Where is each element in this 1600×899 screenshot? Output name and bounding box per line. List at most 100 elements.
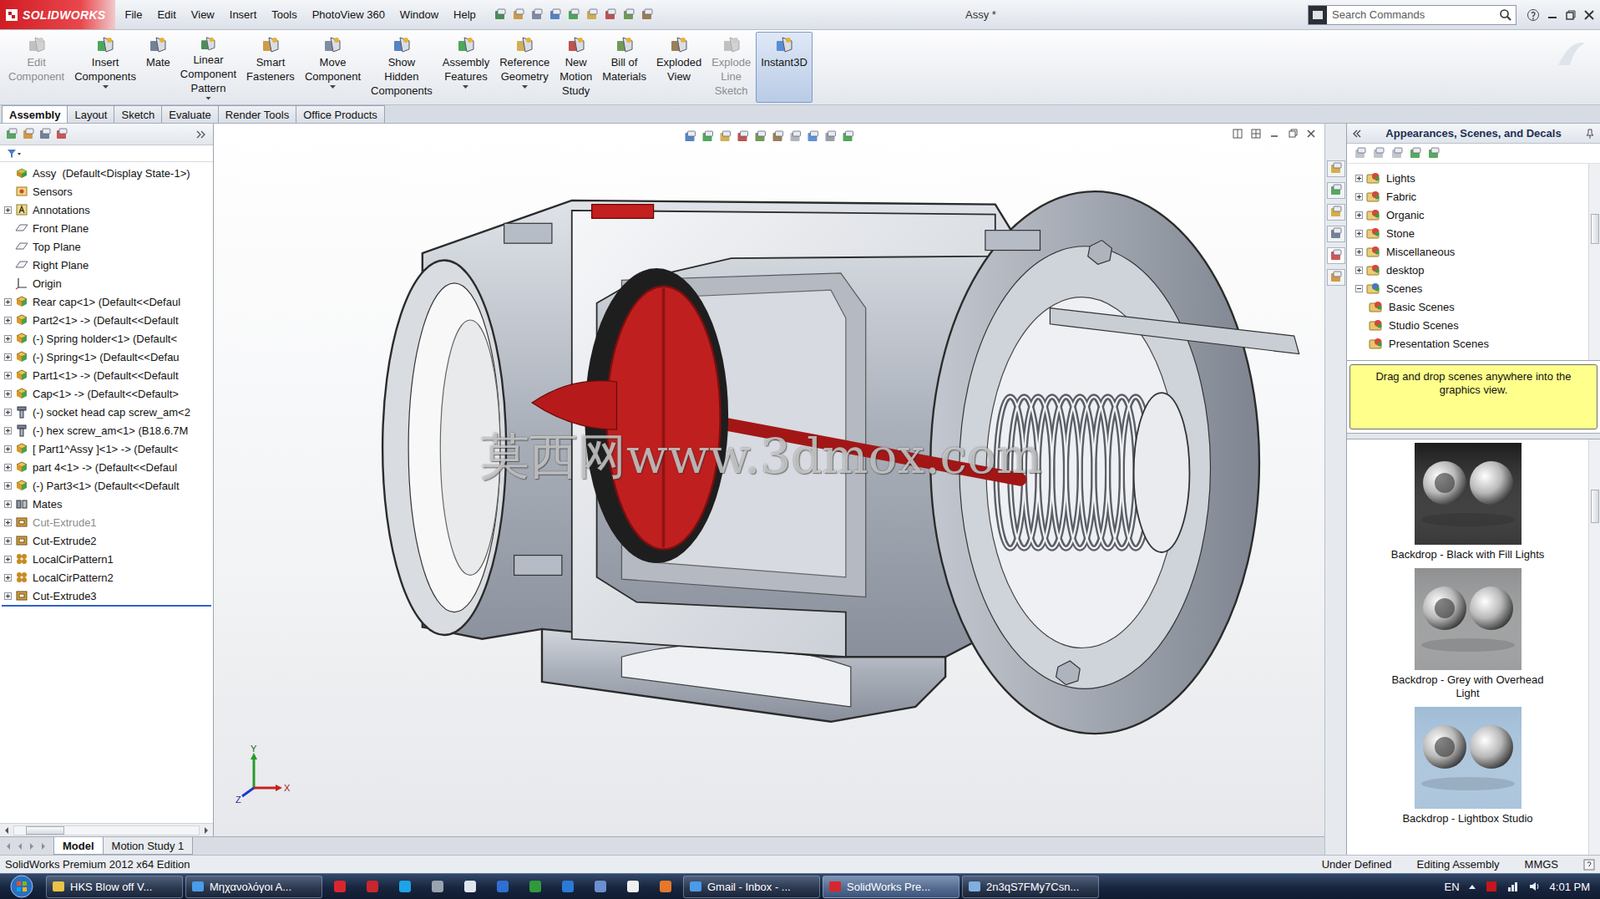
tree-item[interactable]: Assy (Default<Display State-1>) (0, 163, 213, 183)
tree-scrollbar[interactable] (1588, 163, 1600, 360)
minimize-icon[interactable] (1546, 9, 1559, 21)
status-help-icon[interactable] (1583, 858, 1595, 871)
tree-toggle[interactable] (3, 444, 13, 454)
language-indicator[interactable]: EN (1444, 880, 1460, 893)
menu-item[interactable]: View (185, 5, 221, 24)
command-button[interactable]: NewMotionStudy (554, 31, 598, 103)
tree-toggle[interactable] (3, 572, 13, 583)
tree-toggle[interactable] (3, 554, 13, 564)
expand-icon[interactable] (4, 316, 12, 325)
pinned-app[interactable] (422, 875, 453, 898)
expand-icon[interactable] (1355, 174, 1363, 183)
tree-item[interactable]: (-) Spring<1> (Default<<Defau (0, 347, 213, 366)
rollback-bar[interactable] (1, 604, 212, 607)
tray-app-icon[interactable] (1484, 879, 1499, 893)
scene-thumbnail[interactable] (1414, 442, 1522, 545)
menu-item[interactable]: File (118, 5, 148, 24)
start-button[interactable] (0, 873, 44, 899)
command-tab[interactable]: Office Products (295, 105, 385, 123)
command-button[interactable]: Bill ofMaterials (597, 31, 652, 103)
thumbnail-scrollbar[interactable] (1588, 439, 1600, 855)
menu-item[interactable]: Tools (265, 5, 303, 24)
scene-thumbnail[interactable] (1414, 706, 1522, 809)
next-tab-icon[interactable] (26, 840, 37, 851)
pinned-app[interactable] (455, 875, 486, 898)
pinned-app[interactable] (389, 875, 421, 898)
help-icon[interactable] (1526, 8, 1540, 22)
tree-item[interactable]: Cut-Extrude2 (0, 531, 213, 550)
dropdown-arrow-icon[interactable] (205, 96, 212, 101)
command-button[interactable]: AssemblyFeatures (437, 31, 495, 103)
pinned-app[interactable] (324, 875, 355, 898)
tray-arrow-icon[interactable] (1468, 882, 1477, 890)
tree-toggle[interactable] (3, 370, 13, 380)
task-pane-tab[interactable] (1326, 160, 1346, 178)
task-pane-tab[interactable] (1326, 268, 1346, 286)
valve-assembly-model[interactable] (213, 123, 1325, 836)
expand-icon[interactable] (4, 371, 12, 380)
dropdown-arrow-icon[interactable] (102, 85, 109, 89)
tree-toggle[interactable] (3, 591, 13, 601)
expand-icon[interactable] (4, 592, 12, 600)
tree-item[interactable]: Rear cap<1> (Default<<Defaul (0, 292, 213, 311)
tree-toggle[interactable] (3, 205, 13, 215)
pane-splitter[interactable] (1346, 432, 1600, 440)
tree-item[interactable]: Right Plane (0, 255, 213, 274)
tree-item[interactable]: Sensors (0, 182, 213, 201)
scene-card[interactable]: Backdrop - Grey with Overhead Light (1388, 567, 1548, 700)
tree-item[interactable]: (-) Spring holder<1> (Default< (0, 329, 213, 348)
task-pane-tab[interactable] (1326, 225, 1346, 243)
pinned-app[interactable] (552, 875, 583, 898)
expand-icon[interactable] (4, 298, 12, 306)
menu-item[interactable]: Help (447, 5, 482, 24)
appearance-tree-item[interactable]: Organic (1355, 205, 1589, 224)
tree-toggle[interactable] (3, 334, 13, 344)
appearance-tree-item[interactable]: Miscellaneous (1355, 242, 1589, 261)
pinned-app[interactable] (357, 875, 388, 898)
expand-icon[interactable] (4, 334, 12, 343)
network-icon[interactable] (1506, 879, 1520, 893)
expand-icon[interactable] (1355, 229, 1363, 238)
tree-item[interactable]: LocalCirPattern2 (0, 567, 213, 587)
command-button[interactable]: InsertComponents (69, 31, 142, 103)
tree-toggle[interactable] (3, 297, 13, 307)
tree-item[interactable]: Part2<1> -> (Default<<Default (0, 310, 213, 330)
command-button[interactable]: MoveComponent (299, 31, 366, 103)
app-logo[interactable]: SOLIDWORKS (0, 0, 116, 30)
dropdown-arrow-icon[interactable] (521, 85, 528, 89)
scroll-right-icon[interactable] (202, 826, 210, 834)
tree-toggle[interactable] (3, 407, 13, 417)
filter-icon[interactable] (6, 148, 22, 159)
expand-icon[interactable] (4, 445, 12, 453)
command-button[interactable]: ReferenceGeometry (494, 31, 555, 103)
command-button[interactable]: SmartFasteners (241, 31, 300, 103)
scroll-track[interactable] (13, 825, 200, 836)
tree-item[interactable]: Top Plane (0, 237, 213, 256)
appearance-tree-item[interactable]: desktop (1355, 260, 1589, 279)
tree-item[interactable]: part 4<1> -> (Default<<Defaul (0, 457, 213, 476)
expand-icon[interactable] (4, 518, 12, 527)
command-tab[interactable]: Layout (66, 105, 115, 123)
task-pane-tab[interactable] (1326, 247, 1346, 264)
command-tab[interactable]: Render Tools (217, 105, 297, 123)
search-type-icon[interactable] (1308, 5, 1327, 25)
tree-filter[interactable] (0, 145, 213, 163)
appearance-tree-item[interactable]: Basic Scenes (1355, 297, 1589, 316)
volume-icon[interactable] (1528, 879, 1542, 893)
dropdown-arrow-icon[interactable] (329, 85, 336, 89)
tree-item[interactable]: Annotations (0, 200, 213, 219)
tree-item[interactable]: Cut-Extrude1 (0, 512, 213, 532)
tree-toggle[interactable] (3, 352, 13, 362)
panel-expand-icon[interactable] (194, 129, 208, 140)
tree-toggle[interactable] (3, 517, 13, 527)
task-pane-tab[interactable] (1326, 182, 1346, 199)
pin-icon[interactable] (1584, 128, 1595, 139)
expand-icon[interactable] (4, 426, 12, 435)
expand-icon[interactable] (4, 353, 12, 361)
command-button[interactable]: ExplodedView (651, 31, 707, 103)
expand-icon[interactable] (1355, 266, 1363, 274)
taskbar-button[interactable]: 2n3qS7FMy7Csn... (962, 875, 1099, 898)
appearance-tree-item[interactable]: Fabric (1355, 187, 1589, 206)
scroll-thumb[interactable] (25, 825, 65, 835)
appearance-tree-item[interactable]: Presentation Scenes (1355, 334, 1589, 353)
